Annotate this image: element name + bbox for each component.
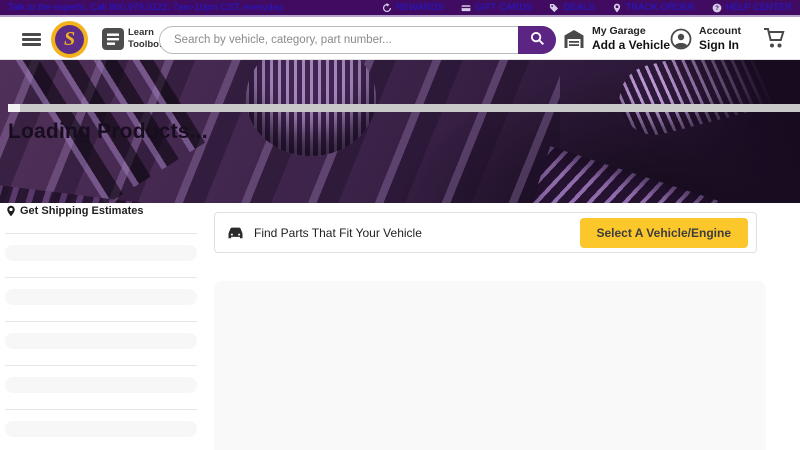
sidebar-skeleton-row	[5, 333, 197, 349]
svg-text:?: ?	[715, 5, 719, 12]
learn-toolbox-link[interactable]: Learn Toolbo:	[128, 27, 162, 51]
sidebar-divider	[5, 321, 197, 322]
cart-button[interactable]	[762, 26, 788, 52]
cart-icon	[762, 26, 788, 52]
account-button[interactable]: Account Sign In	[670, 25, 741, 52]
gift-card-icon	[461, 3, 471, 13]
main-header: S Learn Toolbo: My Garage Add a Vehicle	[0, 19, 800, 60]
menu-icon[interactable]	[22, 33, 41, 46]
filters-sidebar: Get Shipping Estimates	[5, 205, 197, 450]
sidebar-divider	[5, 409, 197, 410]
account-title: Account	[699, 25, 741, 38]
search-bar	[159, 26, 556, 54]
topbar-link-help-center[interactable]: ? HELP CENTER	[712, 2, 792, 13]
garage-icon	[563, 28, 585, 50]
topbar-link-label: GIFT CARDS	[475, 2, 532, 13]
top-utility-bar: Talk to the experts. Call 800.979.0122, …	[0, 0, 800, 17]
tag-icon	[549, 3, 559, 13]
loading-products-text: Loading Products...	[8, 120, 208, 144]
topbar-link-label: HELP CENTER	[726, 2, 792, 13]
topbar-link-label: TRACK ORDER	[626, 2, 695, 13]
brand-logo[interactable]: S	[51, 21, 88, 58]
search-button[interactable]	[518, 26, 556, 54]
garage-action: Add a Vehicle	[592, 38, 670, 52]
fit-prompt-label: Find Parts That Fit Your Vehicle	[254, 226, 422, 240]
account-icon	[670, 28, 692, 50]
rewards-icon	[382, 3, 392, 13]
products-loading-skeleton	[214, 281, 766, 450]
topbar-link-deals[interactable]: DEALS	[549, 2, 594, 13]
learn-label: Learn	[128, 27, 162, 39]
sidebar-divider	[5, 233, 197, 234]
sidebar-divider	[5, 277, 197, 278]
search-input[interactable]	[159, 26, 556, 54]
vehicle-fit-card: Find Parts That Fit Your Vehicle Select …	[214, 212, 757, 253]
toolbox-icon[interactable]	[102, 28, 124, 50]
phone-message-link[interactable]: Talk to the experts. Call 800.979.0122, …	[8, 2, 285, 13]
sidebar-skeleton-row	[5, 421, 197, 437]
my-garage-text: My Garage Add a Vehicle	[592, 25, 670, 52]
location-pin-icon	[612, 3, 622, 13]
topbar-link-track-order[interactable]: TRACK ORDER	[612, 2, 695, 13]
shipping-estimates-link[interactable]: Get Shipping Estimates	[5, 205, 197, 217]
sidebar-skeleton-row	[5, 245, 197, 261]
garage-title: My Garage	[592, 25, 670, 38]
loading-progress-fill	[8, 104, 20, 112]
sidebar-skeleton-row	[5, 377, 197, 393]
hero-banner: Loading Products...	[0, 60, 800, 203]
car-icon	[226, 223, 245, 242]
page: Talk to the experts. Call 800.979.0122, …	[0, 0, 800, 450]
topbar-link-gift-cards[interactable]: GIFT CARDS	[461, 2, 532, 13]
topbar-link-rewards[interactable]: REWARDS	[382, 2, 444, 13]
account-text: Account Sign In	[699, 25, 741, 52]
sidebar-skeleton-row	[5, 289, 197, 305]
help-icon: ?	[712, 3, 722, 13]
loading-progress-bar	[8, 104, 800, 112]
top-bar-links: REWARDS GIFT CARDS DEALS TRACK ORDER	[382, 2, 792, 13]
topbar-link-label: REWARDS	[396, 2, 444, 13]
search-icon	[530, 31, 545, 49]
shipping-estimates-label: Get Shipping Estimates	[20, 205, 143, 217]
topbar-link-label: DEALS	[563, 2, 594, 13]
location-pin-icon	[5, 205, 17, 217]
account-action: Sign In	[699, 38, 741, 52]
my-garage-button[interactable]: My Garage Add a Vehicle	[563, 25, 670, 52]
brand-logo-letter: S	[55, 25, 84, 54]
select-vehicle-button[interactable]: Select A Vehicle/Engine	[580, 218, 749, 248]
sidebar-divider	[5, 365, 197, 366]
toolbox-label: Toolbo:	[128, 39, 162, 51]
